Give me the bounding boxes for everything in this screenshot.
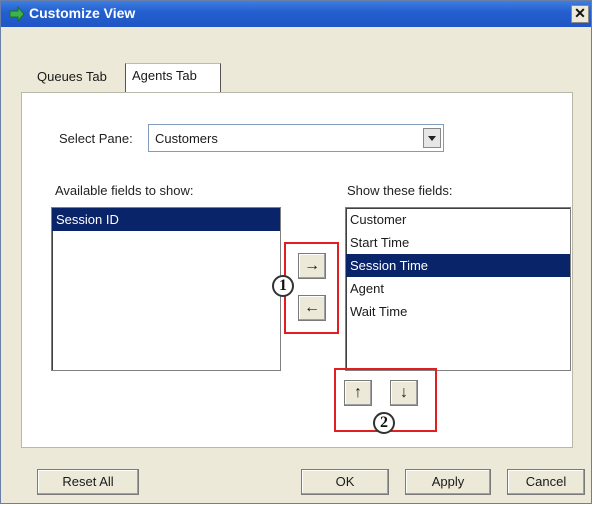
tab-agents[interactable]: Agents Tab — [125, 63, 221, 93]
apply-button[interactable]: Apply — [405, 469, 491, 495]
list-item[interactable]: Session Time — [346, 254, 570, 277]
list-item[interactable]: Wait Time — [346, 300, 570, 323]
list-item[interactable]: Session ID — [52, 208, 280, 231]
select-pane-dropdown[interactable]: Customers — [148, 124, 444, 152]
title-bar[interactable]: Customize View ✕ — [1, 1, 591, 27]
ok-button[interactable]: OK — [301, 469, 389, 495]
list-item[interactable]: Start Time — [346, 231, 570, 254]
select-pane-label: Select Pane: — [59, 131, 133, 146]
available-fields-label: Available fields to show: — [55, 183, 194, 198]
dialog-title: Customize View — [29, 5, 136, 21]
arrow-app-icon — [9, 6, 25, 22]
callout-number-1: 1 — [272, 275, 294, 297]
add-field-button[interactable]: → — [298, 253, 326, 279]
cancel-button[interactable]: Cancel — [507, 469, 585, 495]
show-fields-list[interactable]: Customer Start Time Session Time Agent W… — [345, 207, 571, 371]
arrow-up-icon: ↑ — [354, 384, 362, 401]
list-item[interactable]: Customer — [346, 208, 570, 231]
customize-view-dialog: Customize View ✕ Queues Tab Agents Tab S… — [0, 0, 592, 504]
select-pane-value: Customers — [155, 131, 218, 146]
list-item[interactable]: Agent — [346, 277, 570, 300]
arrow-right-icon: → — [304, 257, 320, 274]
close-button[interactable]: ✕ — [571, 5, 589, 23]
reset-all-button[interactable]: Reset All — [37, 469, 139, 495]
dropdown-arrow-button[interactable] — [423, 128, 441, 148]
tab-queues[interactable]: Queues Tab — [31, 65, 123, 91]
callout-number-2: 2 — [373, 412, 395, 434]
arrow-down-icon: ↓ — [400, 384, 408, 401]
arrow-left-icon: ← — [304, 299, 320, 316]
available-fields-list[interactable]: Session ID — [51, 207, 281, 371]
show-fields-label: Show these fields: — [347, 183, 453, 198]
remove-field-button[interactable]: ← — [298, 295, 326, 321]
chevron-down-icon — [428, 136, 436, 141]
move-down-button[interactable]: ↓ — [390, 380, 418, 406]
move-up-button[interactable]: ↑ — [344, 380, 372, 406]
